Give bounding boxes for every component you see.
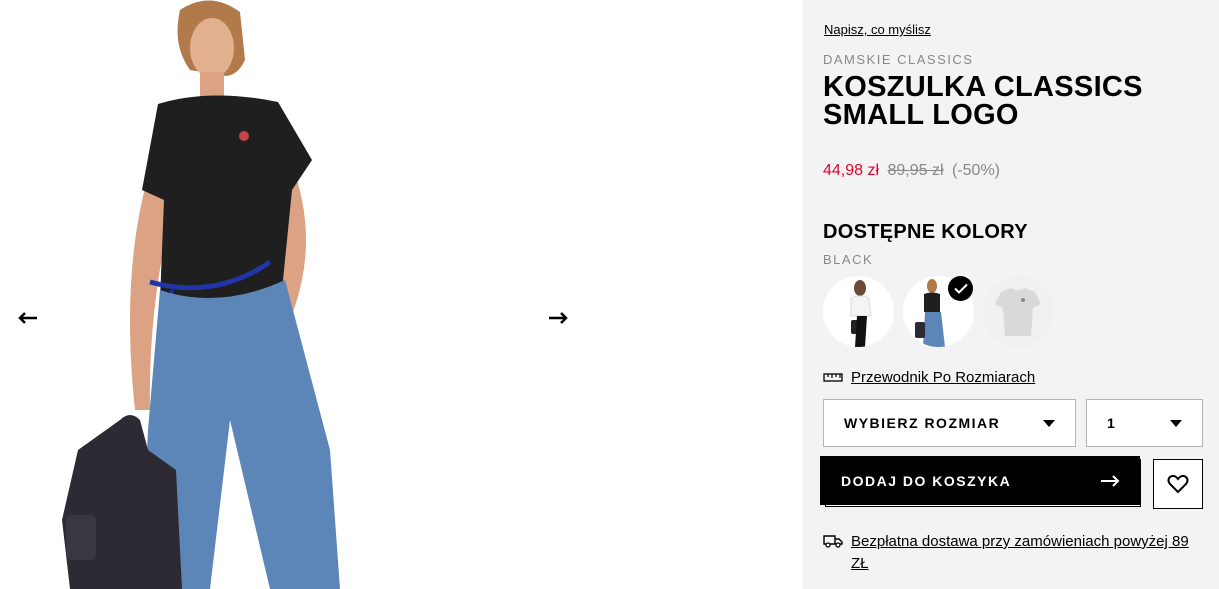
product-info-panel: Napisz, co myślisz DAMSKIE CLASSICS KOSZ… bbox=[803, 0, 1219, 589]
size-guide-label: Przewodnik Po Rozmiarach bbox=[851, 369, 1036, 386]
size-guide-link[interactable]: Przewodnik Po Rozmiarach bbox=[823, 369, 1035, 386]
size-select-label: WYBIERZ ROZMIAR bbox=[844, 415, 1001, 431]
ruler-icon bbox=[823, 372, 843, 382]
colors-heading: DOSTĘPNE KOLORY bbox=[823, 221, 1028, 243]
selected-color-name: BLACK bbox=[823, 252, 874, 267]
product-image bbox=[62, 0, 340, 589]
product-gallery bbox=[0, 0, 803, 589]
quantity-select[interactable]: 1 bbox=[1086, 399, 1203, 447]
truck-icon bbox=[823, 535, 843, 548]
chevron-down-icon bbox=[1043, 420, 1055, 427]
selected-check-icon bbox=[948, 276, 973, 301]
arrow-right-icon bbox=[1101, 474, 1120, 487]
original-price: 89,95 zł bbox=[887, 162, 944, 179]
write-review-link[interactable]: Napisz, co myślisz bbox=[824, 22, 931, 37]
size-select[interactable]: WYBIERZ ROZMIAR bbox=[823, 399, 1076, 447]
discount-percent: (-50%) bbox=[952, 162, 1001, 179]
add-to-cart-label: DODAJ DO KOSZYKA bbox=[841, 472, 1012, 489]
color-swatch-grey[interactable] bbox=[983, 276, 1054, 347]
quantity-value: 1 bbox=[1107, 415, 1117, 431]
next-image-button[interactable] bbox=[543, 303, 573, 333]
swatch-image bbox=[823, 276, 894, 347]
arrow-left-icon bbox=[18, 312, 37, 324]
wishlist-button[interactable] bbox=[1153, 459, 1203, 509]
free-shipping-label: Bezpłatna dostawa przy zamówieniach powy… bbox=[851, 533, 1189, 572]
swatch-image bbox=[983, 276, 1054, 347]
arrow-right-icon bbox=[549, 312, 568, 324]
sale-price: 44,98 zł bbox=[823, 162, 880, 179]
product-title: KOSZULKA CLASSICS SMALL LOGO bbox=[823, 71, 1143, 131]
add-to-cart-button[interactable]: DODAJ DO KOSZYKA bbox=[820, 456, 1140, 505]
color-swatch-white[interactable] bbox=[823, 276, 894, 347]
prev-image-button[interactable] bbox=[13, 303, 43, 333]
price-block: 44,98 zł 89,95 zł (-50%) bbox=[823, 162, 1000, 180]
product-category: DAMSKIE CLASSICS bbox=[823, 52, 974, 67]
free-shipping-info[interactable]: Bezpłatna dostawa przy zamówieniach powy… bbox=[823, 531, 1191, 575]
heart-icon bbox=[1167, 474, 1189, 494]
chevron-down-icon bbox=[1170, 420, 1182, 427]
